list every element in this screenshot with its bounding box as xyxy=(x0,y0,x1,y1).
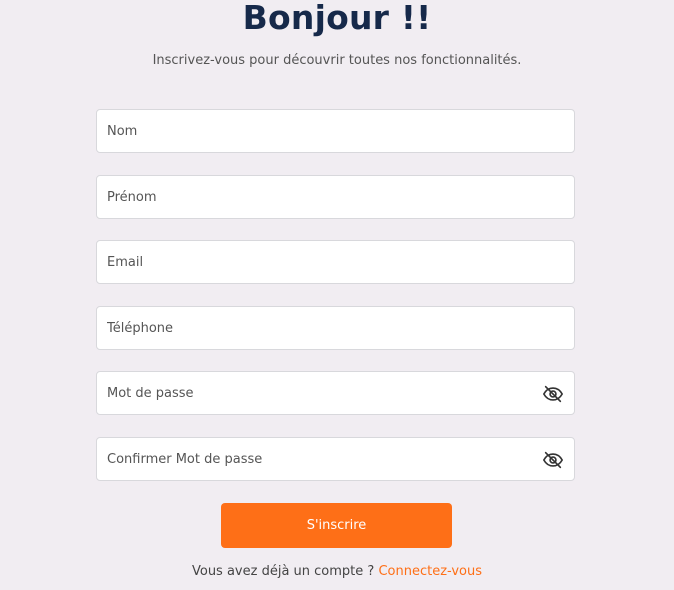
password-input[interactable] xyxy=(97,372,574,414)
confirm-password-field-container xyxy=(96,437,575,481)
email-input[interactable] xyxy=(97,241,574,283)
prenom-field-container xyxy=(96,175,575,219)
telephone-field-container xyxy=(96,306,575,350)
telephone-input[interactable] xyxy=(97,307,574,349)
email-field-container xyxy=(96,240,575,284)
eye-slash-icon[interactable] xyxy=(542,449,564,471)
signup-button[interactable]: S'inscrire xyxy=(221,503,452,548)
login-prompt: Vous avez déjà un compte ? Connectez-vou… xyxy=(0,563,674,581)
nom-field-container xyxy=(96,109,575,153)
password-field-container xyxy=(96,371,575,415)
confirm-password-input[interactable] xyxy=(97,438,574,480)
nom-input[interactable] xyxy=(97,110,574,152)
login-link[interactable]: Connectez-vous xyxy=(378,564,482,579)
page-title: Bonjour !! xyxy=(242,0,432,37)
eye-slash-icon[interactable] xyxy=(542,383,564,405)
prenom-input[interactable] xyxy=(97,176,574,218)
page-subtitle: Inscrivez-vous pour découvrir toutes nos… xyxy=(152,53,522,68)
login-prompt-text: Vous avez déjà un compte ? xyxy=(191,564,375,579)
